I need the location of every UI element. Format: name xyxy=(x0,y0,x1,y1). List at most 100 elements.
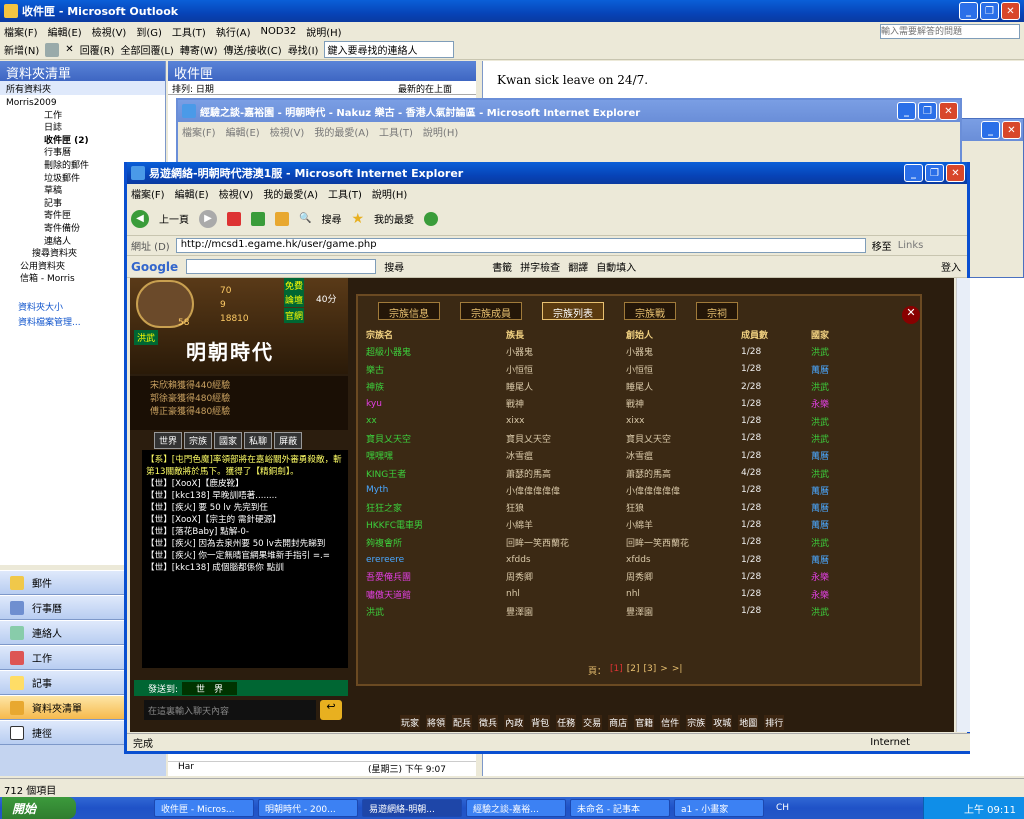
task-paint[interactable]: a1 - 小畫家 xyxy=(674,799,764,817)
delete-icon[interactable]: ✕ xyxy=(65,44,73,55)
reply-button[interactable]: 回覆(R) xyxy=(80,42,115,57)
clan-row[interactable]: kyu 戰神 戰神 1/28 永樂 xyxy=(358,395,920,412)
clan-row[interactable]: 洪武 豐澤園 豐澤園 1/28 洪武 xyxy=(358,603,920,620)
favorites-button[interactable]: 我的最愛 xyxy=(374,211,414,226)
menu-actions[interactable]: 執行(A) xyxy=(216,24,251,39)
search-button[interactable]: 搜尋 xyxy=(321,211,341,226)
menu-shop[interactable]: 商店 xyxy=(608,715,629,730)
clan-row[interactable]: 寶貝乂天空 寶貝乂天空 寶貝乂天空 1/28 洪武 xyxy=(358,430,920,447)
ie-back-close[interactable]: ✕ xyxy=(939,102,958,120)
clan-row[interactable]: 嘿嘿嘿 冰雪瘟 冰雪瘟 1/28 萬曆 xyxy=(358,447,920,464)
official-button[interactable]: 官網 xyxy=(284,308,305,323)
ie-menu-view[interactable]: 檢視(V) xyxy=(219,186,254,201)
forum-button[interactable]: 論壇 xyxy=(284,292,305,307)
chat-input[interactable]: 在這裏輸入聊天內容 xyxy=(144,700,316,720)
print-icon[interactable] xyxy=(45,42,60,57)
page-last[interactable]: >| xyxy=(672,664,683,677)
menu-clan[interactable]: 宗族 xyxy=(686,715,707,730)
google-spellcheck[interactable]: 拼字檢查 xyxy=(520,259,560,274)
help-question-input[interactable] xyxy=(880,23,1020,39)
tree-calendar[interactable]: 行事曆 xyxy=(6,147,165,160)
ie-menu-help[interactable]: 說明(H) xyxy=(372,186,407,201)
page-next[interactable]: > xyxy=(660,664,668,677)
favorites-icon[interactable]: ★ xyxy=(351,211,364,227)
maximize-button[interactable]: ❐ xyxy=(980,2,999,20)
tree-root[interactable]: Morris2009 xyxy=(6,97,165,110)
task-notepad[interactable]: 未命名 - 記事本 xyxy=(570,799,670,817)
back-icon[interactable]: ◀ xyxy=(131,209,149,228)
menu-tools[interactable]: 工具(T) xyxy=(172,24,206,39)
menu-quests[interactable]: 任務 xyxy=(556,715,577,730)
ie-back-menu-edit[interactable]: 編輯(E) xyxy=(226,124,260,139)
google-search-input[interactable] xyxy=(186,259,377,274)
menu-view[interactable]: 檢視(V) xyxy=(92,24,127,39)
google-bookmarks[interactable]: 書籤 xyxy=(492,259,512,274)
ie-back-menu-view[interactable]: 檢視(V) xyxy=(270,124,305,139)
home-icon[interactable] xyxy=(275,211,289,226)
minimize-button[interactable]: _ xyxy=(959,2,978,20)
chat-send-button[interactable]: ↩ xyxy=(320,700,342,720)
ie-menu-fav[interactable]: 我的最愛(A) xyxy=(263,186,318,201)
menu-official[interactable]: 官籍 xyxy=(634,715,655,730)
menu-trade[interactable]: 交易 xyxy=(582,715,603,730)
menu-mail[interactable]: 信件 xyxy=(660,715,681,730)
menu-domestic[interactable]: 內政 xyxy=(504,715,525,730)
clan-row[interactable]: HKKFC電車男 小綿羊 小綿羊 1/28 萬曆 xyxy=(358,516,920,533)
send-receive-button[interactable]: 傳送/接收(C) xyxy=(224,42,282,57)
new-button[interactable]: 新增(N) xyxy=(4,42,39,57)
channel-select[interactable]: 世 界 xyxy=(182,681,238,695)
clan-row[interactable]: 神族 睡尾人 睡尾人 2/28 洪武 xyxy=(358,378,920,395)
menu-map[interactable]: 地圖 xyxy=(738,715,759,730)
clan-row[interactable]: 嘯傲天道館 nhl nhl 1/28 永樂 xyxy=(358,585,920,602)
ie-menu-tools[interactable]: 工具(T) xyxy=(328,186,362,201)
menu-ranking[interactable]: 排行 xyxy=(764,715,785,730)
links-label[interactable]: Links xyxy=(898,240,924,251)
clan-row[interactable]: Myth 小偉偉偉偉偉 小偉偉偉偉偉 1/28 萬曆 xyxy=(358,482,920,499)
clan-row[interactable]: 夠複會所 回眸一笑西蘭花 回眸一笑西蘭花 1/28 洪武 xyxy=(358,534,920,551)
menu-nod32[interactable]: NOD32 xyxy=(260,26,296,37)
chat-tab-private[interactable]: 私聊 xyxy=(244,432,273,449)
forward-button[interactable]: 轉寄(W) xyxy=(180,42,218,57)
ie-scrollbar[interactable] xyxy=(956,278,970,732)
clan-panel-close[interactable]: ✕ xyxy=(902,306,920,324)
forward-icon[interactable]: ▶ xyxy=(199,209,217,228)
menu-help[interactable]: 說明(H) xyxy=(306,24,341,39)
tab-clan-members[interactable]: 宗族成員 xyxy=(460,302,522,320)
ie-menu-edit[interactable]: 編輯(E) xyxy=(175,186,209,201)
tab-clan-war[interactable]: 宗族戰 xyxy=(624,302,676,320)
task-ie-game[interactable]: 易遊網絡-明朝... xyxy=(362,799,462,817)
refresh-icon[interactable] xyxy=(251,211,265,226)
ie-back-menu-file[interactable]: 檔案(F) xyxy=(182,124,216,139)
tab-clan-info[interactable]: 宗族信息 xyxy=(378,302,440,320)
menu-backpack[interactable]: 背包 xyxy=(530,715,551,730)
menu-generals[interactable]: 將領 xyxy=(426,715,447,730)
ie-back-max[interactable]: ❐ xyxy=(918,102,937,120)
google-login[interactable]: 登入 xyxy=(941,259,961,274)
google-translate[interactable]: 翻譯 xyxy=(568,259,588,274)
clan-row[interactable]: KING王者 蕭瑟的馬高 蕭瑟的馬高 4/28 洪武 xyxy=(358,464,920,481)
menu-go[interactable]: 到(G) xyxy=(136,24,162,39)
task-ie-forum[interactable]: 經驗之談-嘉裕... xyxy=(466,799,566,817)
chat-tab-country[interactable]: 國家 xyxy=(214,432,243,449)
ie-back-menu-fav[interactable]: 我的最愛(A) xyxy=(314,124,369,139)
ie-back-menu-tools[interactable]: 工具(T) xyxy=(379,124,413,139)
page-1[interactable]: [1] xyxy=(610,664,623,677)
ie-menu-file[interactable]: 檔案(F) xyxy=(131,186,165,201)
chat-tab-world[interactable]: 世界 xyxy=(154,432,183,449)
google-search-button[interactable]: 搜尋 xyxy=(384,259,404,274)
history-icon[interactable] xyxy=(424,211,439,226)
close-button[interactable]: ✕ xyxy=(1001,2,1020,20)
ie-far-close[interactable]: ✕ xyxy=(1002,121,1021,139)
address-input[interactable]: http://mcsd1.egame.hk/user/game.php xyxy=(175,238,866,253)
menu-troops[interactable]: 配兵 xyxy=(452,715,473,730)
stop-icon[interactable] xyxy=(227,211,241,226)
clan-row[interactable]: 狂狂之家 狂狼 狂狼 1/28 萬曆 xyxy=(358,499,920,516)
find-contact-input[interactable]: 鍵入要尋找的連絡人 xyxy=(324,41,455,58)
google-autofill[interactable]: 自動填入 xyxy=(596,259,636,274)
clan-row[interactable]: 吾愛俺兵團 周秀卿 周秀卿 1/28 永樂 xyxy=(358,568,920,585)
ie-back-min[interactable]: _ xyxy=(897,102,916,120)
search-icon[interactable]: 🔍 xyxy=(299,213,311,224)
go-button[interactable]: 移至 xyxy=(872,238,892,253)
chat-tab-clan[interactable]: 宗族 xyxy=(184,432,213,449)
back-button[interactable]: 上一頁 xyxy=(159,211,189,226)
